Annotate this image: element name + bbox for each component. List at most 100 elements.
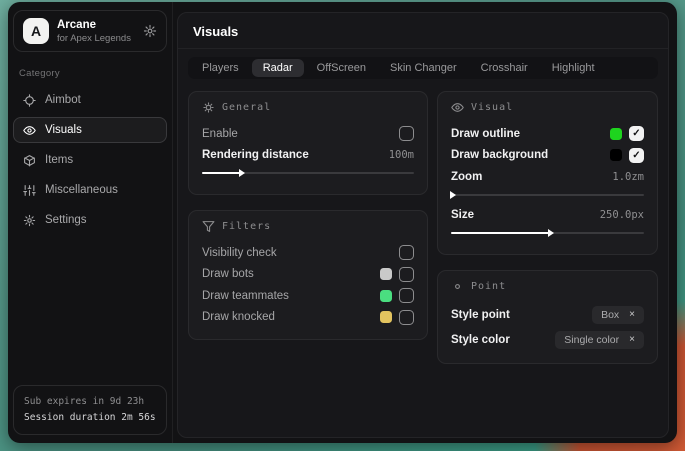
- panel-general: General Enable Rendering distance100m: [188, 91, 428, 195]
- sidebar-item-miscellaneous[interactable]: Miscellaneous: [13, 177, 167, 203]
- sidebar-item-items[interactable]: Items: [13, 147, 167, 173]
- setting-label: Zoom: [451, 171, 482, 183]
- color-swatch[interactable]: [380, 290, 392, 302]
- setting-label: Style point: [451, 309, 510, 321]
- setting-label: Enable: [202, 128, 238, 140]
- tab-radar[interactable]: Radar: [252, 59, 304, 77]
- panel-header: General: [202, 101, 414, 114]
- box-icon: [23, 154, 36, 167]
- sidebar-item-aimbot[interactable]: Aimbot: [13, 87, 167, 113]
- checkbox-visibility-check[interactable]: [399, 245, 414, 260]
- slider-thumb[interactable]: [548, 229, 554, 237]
- slider-value: 1.0zm: [612, 171, 644, 183]
- tab-players[interactable]: Players: [191, 59, 250, 77]
- dot-icon: [451, 280, 464, 293]
- setting-row: Draw outline ✓: [451, 123, 644, 145]
- sidebar: A Arcane for Apex Legends Category Aimbo…: [8, 2, 173, 443]
- panel-visual: Visual Draw outline ✓ Draw background ✓ Zoom…: [437, 91, 658, 255]
- checkbox-draw-bots[interactable]: [399, 267, 414, 282]
- setting-row: Draw bots: [202, 264, 414, 286]
- sidebar-item-label: Items: [45, 154, 73, 166]
- sliders-icon: [23, 184, 36, 197]
- app-window: A Arcane for Apex Legends Category Aimbo…: [8, 2, 677, 443]
- setting-row: Enable: [202, 123, 414, 145]
- slider-rendering-distance[interactable]: [202, 169, 414, 177]
- panel-filters: Filters Visibility checkDraw botsDraw te…: [188, 210, 428, 340]
- slider-zoom[interactable]: [451, 191, 644, 199]
- setting-label: Style color: [451, 334, 510, 346]
- color-swatch[interactable]: [380, 311, 392, 323]
- checkbox-draw-background[interactable]: ✓: [629, 148, 644, 163]
- main-wrap: Visuals Players Radar OffScreen Skin Cha…: [173, 2, 677, 443]
- setting-label: Visibility check: [202, 247, 277, 259]
- tab-offscreen[interactable]: OffScreen: [306, 59, 377, 77]
- close-icon[interactable]: ×: [629, 335, 635, 345]
- setting-row: Style color Single color ×: [451, 327, 644, 352]
- page-title: Visuals: [193, 24, 653, 39]
- slider-size[interactable]: [451, 229, 644, 237]
- subscription-info: Sub expires in 9d 23h Session duration 2…: [13, 385, 167, 435]
- setting-row: Draw teammates: [202, 285, 414, 307]
- checkbox-draw-knocked[interactable]: [399, 310, 414, 325]
- color-swatch[interactable]: [610, 149, 622, 161]
- color-swatch[interactable]: [610, 128, 622, 140]
- select-style-point[interactable]: Box ×: [592, 306, 644, 324]
- main-panel: Visuals Players Radar OffScreen Skin Cha…: [177, 12, 669, 438]
- sub-expires-text: Sub expires in 9d 23h: [24, 394, 156, 410]
- setting-label: Draw bots: [202, 268, 254, 280]
- setting-label: Draw background: [451, 149, 548, 161]
- session-duration-text: Session duration 2m 56s: [24, 410, 156, 426]
- setting-row: Style point Box ×: [451, 302, 644, 327]
- tabbar-wrap: Players Radar OffScreen Skin Changer Cro…: [178, 49, 668, 83]
- sun-icon: [202, 101, 215, 114]
- setting-row: Visibility check: [202, 242, 414, 264]
- selected-option: Box: [601, 309, 619, 321]
- panel-point: Point Style point Box × Style color Sing…: [437, 270, 658, 364]
- sidebar-item-label: Aimbot: [45, 94, 81, 106]
- funnel-icon: [202, 220, 215, 233]
- panel-title: Point: [471, 281, 506, 292]
- slider-track: [451, 194, 644, 196]
- checkbox-draw-teammates[interactable]: [399, 288, 414, 303]
- gear-icon: [23, 214, 36, 227]
- panel-header: Visual: [451, 101, 644, 114]
- app-subtitle: for Apex Legends: [57, 33, 135, 44]
- setting-row: Draw knocked: [202, 307, 414, 329]
- setting-label: Draw knocked: [202, 311, 275, 323]
- setting-label: Draw teammates: [202, 290, 289, 302]
- tab-crosshair[interactable]: Crosshair: [470, 59, 539, 77]
- setting-row: Size250.0px: [451, 205, 644, 227]
- setting-label: Draw outline: [451, 128, 520, 140]
- sidebar-item-visuals[interactable]: Visuals: [13, 117, 167, 143]
- selected-option: Single color: [564, 334, 619, 346]
- app-logo: A: [23, 18, 49, 44]
- eye-icon: [451, 101, 464, 114]
- setting-row: Rendering distance100m: [202, 145, 414, 167]
- category-label: Category: [19, 68, 161, 79]
- slider-thumb[interactable]: [239, 169, 245, 177]
- sidebar-item-label: Visuals: [45, 124, 82, 136]
- slider-value: 250.0px: [600, 209, 644, 221]
- sidebar-item-label: Settings: [45, 214, 87, 226]
- sidebar-item-settings[interactable]: Settings: [13, 207, 167, 233]
- close-icon[interactable]: ×: [629, 310, 635, 320]
- checkbox-enable[interactable]: [399, 126, 414, 141]
- tab-highlight[interactable]: Highlight: [541, 59, 606, 77]
- gear-icon[interactable]: [143, 24, 157, 38]
- setting-row: Draw background ✓: [451, 145, 644, 167]
- crosshair-icon: [23, 94, 36, 107]
- brand-text: Arcane for Apex Legends: [57, 19, 135, 44]
- column-right: Visual Draw outline ✓ Draw background ✓ Zoom…: [437, 91, 658, 379]
- slider-fill: [202, 172, 242, 174]
- tab-skin-changer[interactable]: Skin Changer: [379, 59, 468, 77]
- color-swatch[interactable]: [380, 268, 392, 280]
- content: General EnableRendering distance100m Fil…: [178, 83, 668, 437]
- setting-label: Rendering distance: [202, 149, 309, 161]
- slider-thumb[interactable]: [450, 191, 456, 199]
- select-style-color[interactable]: Single color ×: [555, 331, 644, 349]
- eye-icon: [23, 124, 36, 137]
- checkbox-draw-outline[interactable]: ✓: [629, 126, 644, 141]
- brand-card: A Arcane for Apex Legends: [13, 10, 167, 52]
- slider-fill: [451, 232, 551, 234]
- sidebar-nav: Aimbot Visuals Items Miscellaneous Setti…: [13, 87, 167, 233]
